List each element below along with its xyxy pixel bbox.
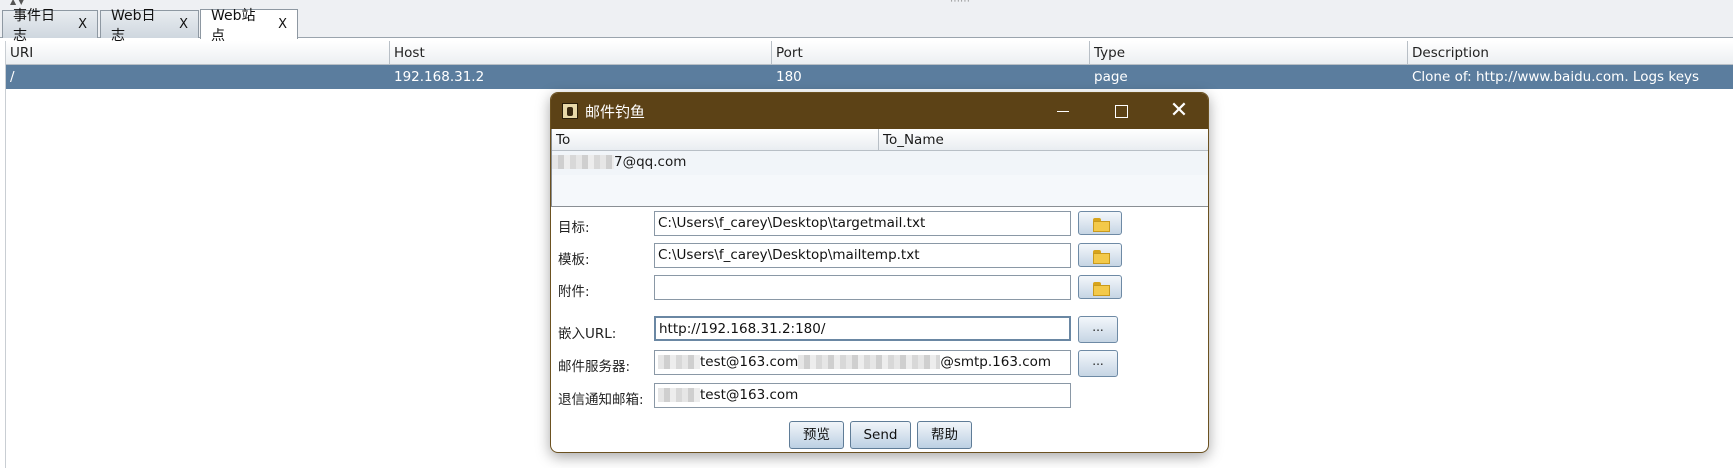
dialog-title: 邮件钓鱼 [585,103,646,121]
preview-button[interactable]: 预览 [789,421,844,449]
tab-close-icon[interactable]: X [278,17,287,32]
close-button[interactable]: ✕ [1159,97,1199,125]
help-button[interactable]: 帮助 [917,421,972,449]
maximize-button[interactable] [1101,97,1141,125]
splitter-grip-icon[interactable]: ⋯⋯ [950,0,970,7]
column-header-uri[interactable]: URI [6,41,390,65]
cell-description: Clone of: http://www.baidu.com. Logs key… [1412,69,1700,85]
cell-to: 7@qq.com [552,154,686,170]
dialog-titlebar[interactable]: 邮件钓鱼 ✕ [551,93,1208,129]
mail-server-field[interactable]: test@163.com @smtp.163.com [654,350,1071,375]
table-row[interactable]: 7@qq.com [552,151,1208,175]
recipients-header: To To_Name [552,129,1208,151]
redacted-text [658,388,700,402]
mail-server-button[interactable]: ... [1078,350,1118,377]
template-field[interactable]: C:\Users\f_carey\Desktop\mailtemp.txt [654,243,1071,268]
embed-url-button[interactable]: ... [1078,316,1118,343]
tab-bar: 事件日志 X Web日志 X Web站点 X [0,8,1733,44]
embed-url-field[interactable]: http://192.168.31.2:180/ [654,316,1071,341]
tab-web-sites[interactable]: Web站点 X [200,8,298,44]
table-header: URI Host Port Type Description [6,41,1733,65]
table-row[interactable]: / 192.168.31.2 180 page Clone of: http:/… [6,65,1733,89]
tab-close-icon[interactable]: X [78,17,87,32]
bounce-email-field[interactable]: test@163.com [654,383,1071,408]
send-button[interactable]: Send [850,421,911,449]
redacted-text [552,155,614,169]
tab-event-log[interactable]: 事件日志 X [2,8,98,44]
mail-server-label: 邮件服务器: [558,359,631,375]
cell-port: 180 [776,69,802,85]
cell-type: page [1094,69,1128,85]
attachment-field[interactable] [654,275,1071,300]
phishing-dialog: 邮件钓鱼 ✕ To To_Name 7@qq.com 目标: C:\Users\… [550,92,1209,453]
redacted-text [658,355,700,369]
tab-label: 事件日志 [13,7,55,44]
recipients-table: To To_Name 7@qq.com [551,129,1208,207]
attachment-label: 附件: [558,284,590,300]
app-icon [562,103,578,119]
column-header-type[interactable]: Type [1090,41,1408,65]
tab-label: Web日志 [111,7,156,44]
column-header-port[interactable]: Port [772,41,1090,65]
browse-template-button[interactable] [1078,243,1122,267]
column-header-description[interactable]: Description [1408,41,1733,65]
minimize-button[interactable] [1043,97,1083,125]
bounce-email-label: 退信通知邮箱: [558,392,644,408]
browse-attachment-button[interactable] [1078,275,1122,299]
template-label: 模板: [558,252,590,268]
target-field[interactable]: C:\Users\f_carey\Desktop\targetmail.txt [654,211,1071,236]
cell-uri: / [10,69,15,85]
column-header-host[interactable]: Host [390,41,772,65]
tab-web-log[interactable]: Web日志 X [100,8,199,44]
redacted-text [798,355,941,369]
column-header-to[interactable]: To [552,129,879,151]
cell-host: 192.168.31.2 [394,69,485,85]
tab-label: Web站点 [211,7,256,44]
column-header-to-name[interactable]: To_Name [879,129,1208,151]
embed-url-label: 嵌入URL: [558,326,617,342]
browse-target-button[interactable] [1078,211,1122,235]
target-label: 目标: [558,220,590,236]
tab-close-icon[interactable]: X [179,17,188,32]
